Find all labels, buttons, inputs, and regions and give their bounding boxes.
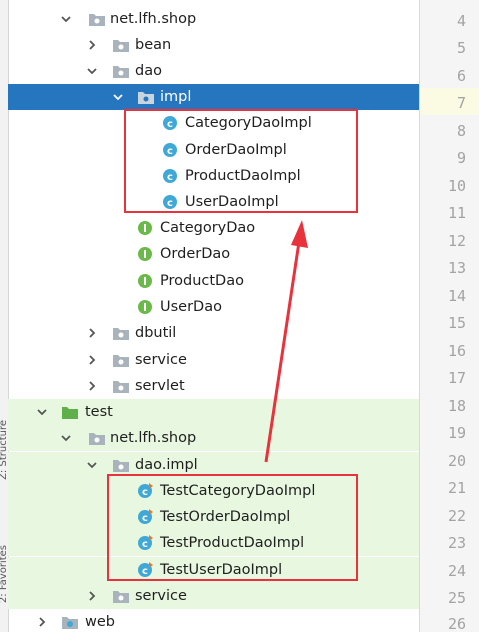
line-number: 12 xyxy=(447,232,466,250)
chevron-down-icon[interactable] xyxy=(60,432,72,444)
package-folder-icon xyxy=(112,352,130,368)
test-folder-icon xyxy=(61,404,79,420)
package-folder-icon xyxy=(112,325,130,341)
tree-node-test-package[interactable]: net.lfh.shop xyxy=(8,425,419,451)
tree-label: net.lfh.shop xyxy=(110,11,197,27)
chevron-down-icon[interactable] xyxy=(86,65,98,77)
line-number: 14 xyxy=(447,287,466,305)
package-folder-icon xyxy=(88,11,106,27)
tree-node-interface[interactable]: CategoryDao xyxy=(8,215,419,241)
tree-label: impl xyxy=(160,89,192,105)
interface-icon xyxy=(137,246,155,262)
line-number: 5 xyxy=(456,39,466,57)
tree-label: service xyxy=(135,352,187,368)
tree-node-service[interactable]: service xyxy=(8,347,419,373)
tree-node-interface[interactable]: UserDao xyxy=(8,294,419,320)
tree-label: UserDao xyxy=(160,299,222,315)
tree-label: ProductDao xyxy=(160,273,244,289)
interface-icon xyxy=(137,273,155,289)
chevron-right-icon[interactable] xyxy=(36,616,48,628)
line-number: 25 xyxy=(447,589,466,607)
package-folder-icon xyxy=(112,588,130,604)
package-folder-icon xyxy=(112,63,130,79)
tree-node-interface[interactable]: ProductDao xyxy=(8,268,419,294)
annotation-box-impl-classes xyxy=(124,109,358,213)
line-number: 17 xyxy=(447,369,466,387)
tree-node-servlet[interactable]: servlet xyxy=(8,373,419,399)
tree-node-impl[interactable]: impl xyxy=(8,84,419,110)
line-number: 13 xyxy=(447,259,466,277)
chevron-right-icon[interactable] xyxy=(86,327,98,339)
tree-label: dbutil xyxy=(135,325,177,341)
line-number: 8 xyxy=(456,122,466,140)
tree-node-bean[interactable]: bean xyxy=(8,32,419,58)
web-folder-icon xyxy=(61,614,79,630)
chevron-right-icon[interactable] xyxy=(86,590,98,602)
tree-node-dbutil[interactable]: dbutil xyxy=(8,320,419,346)
tree-label: service xyxy=(135,588,187,604)
package-folder-icon xyxy=(137,89,155,105)
tree-label: dao.impl xyxy=(135,457,198,473)
line-number: 24 xyxy=(447,562,466,580)
annotation-box-test-classes xyxy=(107,474,358,581)
chevron-down-icon[interactable] xyxy=(112,91,124,103)
interface-icon xyxy=(137,299,155,315)
chevron-right-icon[interactable] xyxy=(86,380,98,392)
chevron-down-icon[interactable] xyxy=(60,13,72,25)
tree-node-dao[interactable]: dao xyxy=(8,58,419,84)
line-number: 26 xyxy=(447,615,466,633)
tree-label: net.lfh.shop xyxy=(110,430,197,446)
tree-node-test-service[interactable]: service xyxy=(8,583,419,609)
line-number: 10 xyxy=(447,177,466,195)
line-number: 20 xyxy=(447,452,466,470)
line-number: 22 xyxy=(447,507,466,525)
package-folder-icon xyxy=(112,378,130,394)
line-number: 7 xyxy=(456,94,466,112)
line-number: 19 xyxy=(447,424,466,442)
package-folder-icon xyxy=(112,457,130,473)
chevron-down-icon[interactable] xyxy=(36,406,48,418)
tree-label: CategoryDao xyxy=(160,220,256,236)
chevron-right-icon[interactable] xyxy=(86,39,98,51)
package-folder-icon xyxy=(88,430,106,446)
line-number: 16 xyxy=(447,342,466,360)
line-number: 11 xyxy=(447,204,466,222)
tree-label: OrderDao xyxy=(160,246,231,262)
tree-node-web[interactable]: web xyxy=(8,609,419,632)
line-number: 6 xyxy=(456,67,466,85)
tree-label: test xyxy=(85,404,113,420)
line-number: 18 xyxy=(447,397,466,415)
tree-node-main-package[interactable]: net.lfh.shop xyxy=(8,6,419,32)
line-number: 15 xyxy=(447,314,466,332)
line-number: 4 xyxy=(456,12,466,30)
interface-icon xyxy=(137,220,155,236)
tree-label: bean xyxy=(135,37,172,53)
line-number: 9 xyxy=(456,149,466,167)
line-number: 21 xyxy=(447,479,466,497)
tree-label: dao xyxy=(135,63,162,79)
tree-node-test[interactable]: test xyxy=(8,399,419,425)
chevron-down-icon[interactable] xyxy=(86,459,98,471)
tree-label: servlet xyxy=(135,378,185,394)
line-number: 23 xyxy=(447,534,466,552)
editor-line-gutter: 4 5 6 7 8 9 10 11 12 13 14 15 16 17 18 1… xyxy=(419,0,479,633)
tree-node-interface[interactable]: OrderDao xyxy=(8,241,419,267)
chevron-right-icon[interactable] xyxy=(86,354,98,366)
package-folder-icon xyxy=(112,37,130,53)
tree-label: web xyxy=(85,614,115,630)
